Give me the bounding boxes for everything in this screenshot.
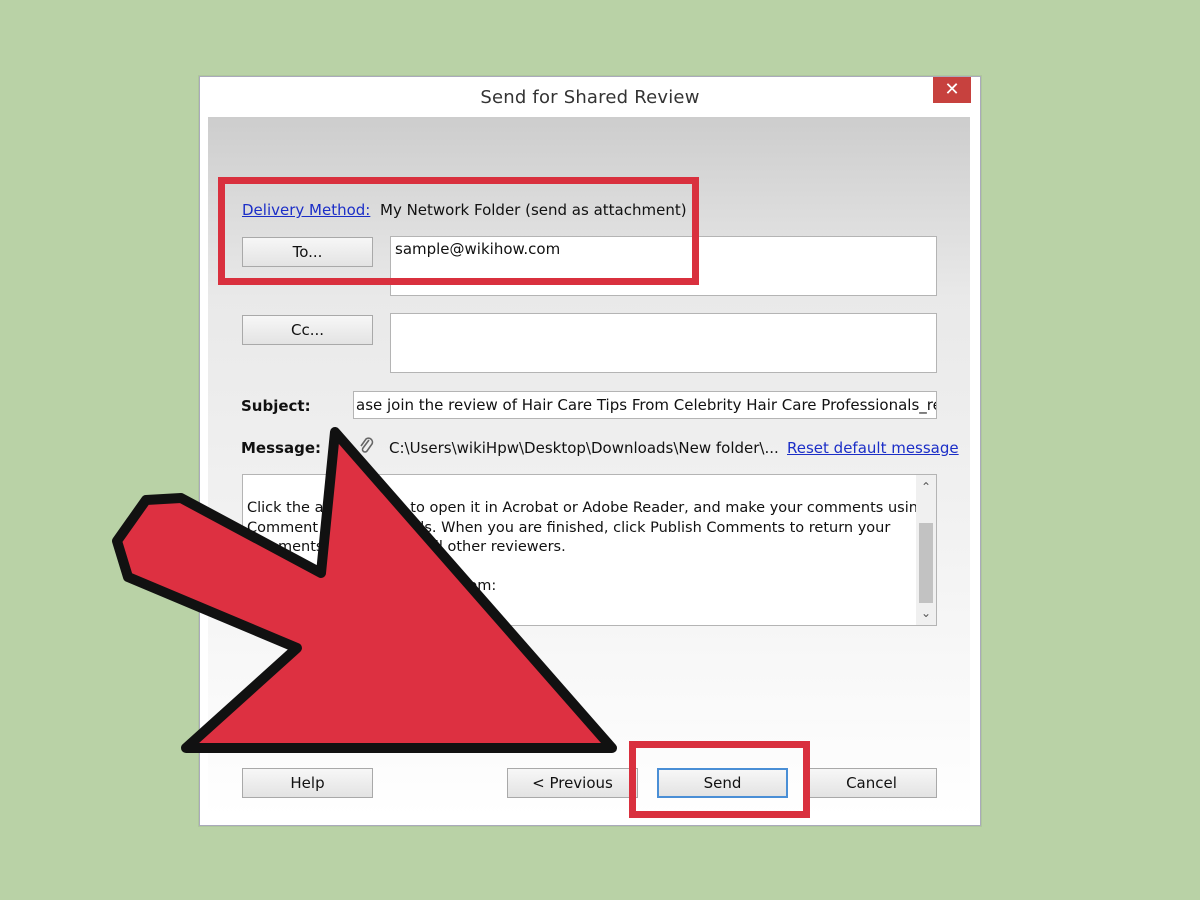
delivery-method-link[interactable]: Delivery Method: xyxy=(242,201,370,219)
scroll-thumb[interactable] xyxy=(919,523,933,603)
message-body: Click the attached file to open it in Ac… xyxy=(247,499,937,616)
message-line: Comment & Markup tools. When you are fin… xyxy=(247,519,891,536)
message-line: Click the attached file to open it in Ac… xyxy=(247,500,937,516)
delivery-method-value: My Network Folder (send as attachment) xyxy=(380,201,687,219)
message-scrollbar[interactable]: ⌃ ⌄ xyxy=(916,475,936,625)
close-button[interactable]: ✕ xyxy=(933,77,971,103)
scroll-down-icon[interactable]: ⌄ xyxy=(916,603,936,623)
message-line xyxy=(247,558,915,578)
cc-button[interactable]: Cc... xyxy=(242,315,373,345)
dialog-title: Send for Shared Review xyxy=(480,87,700,108)
subject-field[interactable]: ase join the review of Hair Care Tips Fr… xyxy=(353,391,937,419)
scroll-up-icon[interactable]: ⌃ xyxy=(916,477,936,497)
help-button[interactable]: Help xyxy=(242,768,373,798)
cancel-button[interactable]: Cancel xyxy=(806,768,937,798)
subject-label: Subject: xyxy=(241,397,311,415)
message-line: Get the latest Adobe Reader from: xyxy=(247,578,497,594)
message-line: http://www.adobe.com/ xyxy=(247,597,416,614)
reset-default-message-link[interactable]: Reset default message xyxy=(787,439,959,457)
message-label: Message: xyxy=(241,439,321,457)
message-line: comments to me and to all other reviewer… xyxy=(247,539,566,555)
paperclip-icon xyxy=(358,436,374,456)
previous-button[interactable]: < Previous xyxy=(507,768,638,798)
cc-field[interactable] xyxy=(390,313,937,373)
send-button[interactable]: Send xyxy=(657,768,788,798)
title-bar: Send for Shared Review ✕ xyxy=(200,77,980,117)
close-icon: ✕ xyxy=(944,79,960,100)
to-field[interactable]: sample@wikihow.com xyxy=(390,236,937,296)
message-textarea[interactable]: Click the attached file to open it in Ac… xyxy=(242,474,937,626)
attachment-path: C:\Users\wikiHpw\Desktop\Downloads\New f… xyxy=(389,439,779,457)
dialog-body xyxy=(208,117,970,817)
to-button[interactable]: To... xyxy=(242,237,373,267)
